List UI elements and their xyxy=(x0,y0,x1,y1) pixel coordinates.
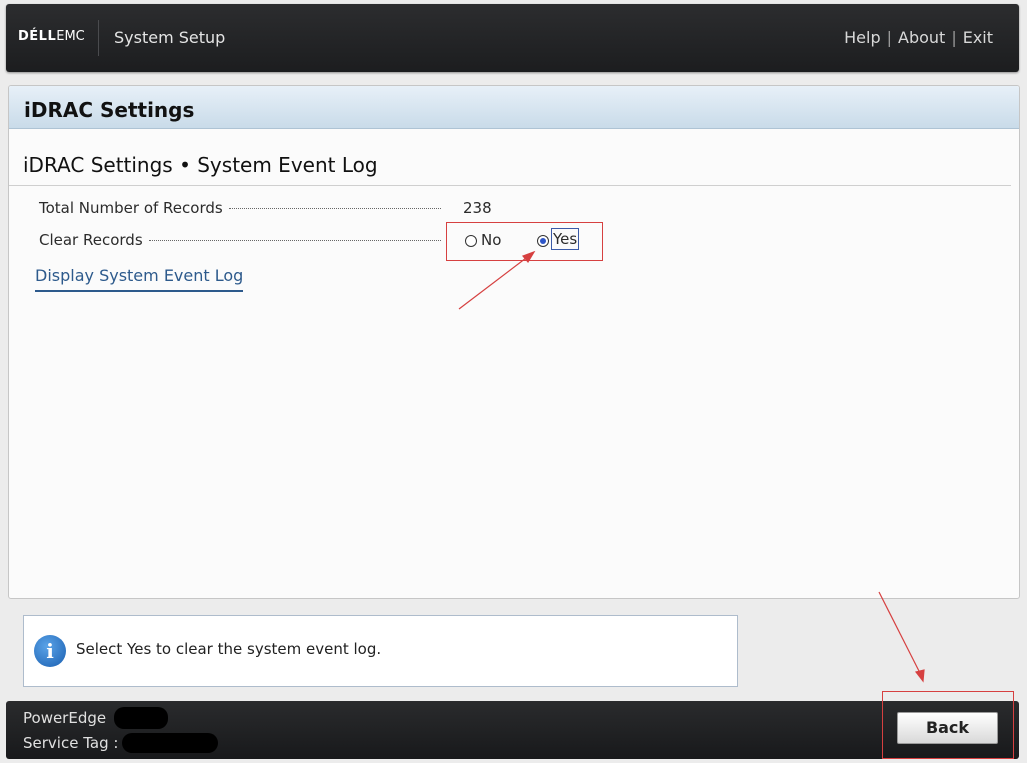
redacted-service-tag xyxy=(122,733,218,753)
dellemc-logo: DÉLLEMC xyxy=(18,29,85,44)
section-divider xyxy=(9,185,1011,186)
panel-title: iDRAC Settings xyxy=(24,98,195,122)
header-links: Help | About | Exit xyxy=(844,28,993,47)
system-setup-screen: DÉLLEMC System Setup Help | About | Exit iDR… xyxy=(0,0,1027,763)
help-message-box: i Select Yes to clear the system event l… xyxy=(23,615,738,687)
total-records-label: Total Number of Records xyxy=(39,199,223,217)
display-system-event-log-link[interactable]: Display System Event Log xyxy=(35,266,244,292)
about-link[interactable]: About xyxy=(898,28,945,47)
link-separator: | xyxy=(886,28,892,47)
total-records-value: 238 xyxy=(463,199,492,217)
redacted-model xyxy=(114,707,168,729)
arrow-to-back xyxy=(878,591,922,676)
dotted-leader xyxy=(229,208,441,209)
settings-panel: iDRAC Settings iDRAC Settings • System E… xyxy=(8,85,1020,599)
service-tag-label: Service Tag : xyxy=(23,734,119,752)
exit-link[interactable]: Exit xyxy=(963,28,993,47)
help-link[interactable]: Help xyxy=(844,28,880,47)
header-divider xyxy=(98,20,99,56)
help-message-text: Select Yes to clear the system event log… xyxy=(76,640,382,658)
model-label: PowerEdge xyxy=(23,709,107,727)
info-icon: i xyxy=(34,635,66,667)
dotted-leader xyxy=(149,240,441,241)
footer-bar: PowerEdge Service Tag : xyxy=(6,701,1019,759)
annotation-box-back xyxy=(882,691,1014,759)
app-title: System Setup xyxy=(114,28,226,47)
section-title: iDRAC Settings • System Event Log xyxy=(23,153,378,177)
annotation-box-clear-records xyxy=(446,222,603,261)
arrow-head-back xyxy=(914,669,925,683)
top-header-bar: DÉLLEMC System Setup Help | About | Exit xyxy=(6,4,1019,72)
link-separator: | xyxy=(951,28,957,47)
clear-records-label: Clear Records xyxy=(39,231,143,249)
